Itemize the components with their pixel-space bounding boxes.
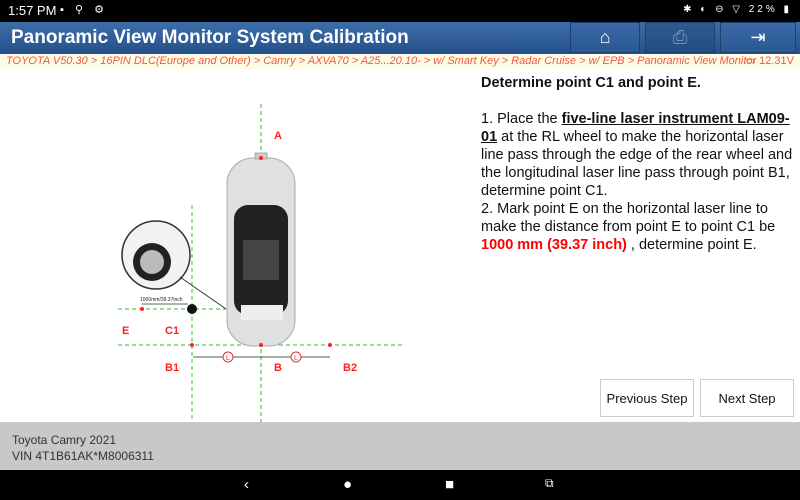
back-icon[interactable]: ‹ — [244, 476, 249, 493]
l-label-1: L — [226, 355, 230, 362]
point-b1-label: B1 — [165, 362, 179, 374]
notification-icons: ▪ ⚲ ⚙ — [60, 4, 108, 16]
battery-level: 22% — [748, 4, 778, 15]
exit-button[interactable]: ⇥ — [720, 22, 796, 53]
point-b-label: B — [274, 362, 282, 374]
wheel-inset — [121, 220, 227, 310]
instruction-body: 1. Place the five-line laser instrument … — [481, 110, 796, 254]
l-label-2: L — [294, 355, 298, 362]
instructions: Determine point C1 and point E. 1. Place… — [481, 74, 796, 254]
vehicle-info: Toyota Camry 2021 VIN 4T1B61AK*M8006311 — [0, 422, 800, 470]
step1-suffix: at the RL wheel to make the horizontal l… — [481, 129, 793, 199]
point-e-label: E — [122, 325, 129, 337]
screenshot-icon[interactable]: ⧉ — [545, 476, 554, 491]
page-title: Panoramic View Monitor System Calibratio… — [11, 27, 409, 48]
car — [226, 152, 296, 347]
point-c1-label: C1 — [165, 325, 179, 337]
step1-prefix: 1. Place the — [481, 111, 562, 127]
calibration-diagram: 1000mm/39.37inch L L A E C1 B1 B B2 — [118, 104, 405, 422]
navigation-bar: ‹ ● ■ ⧉ — [0, 470, 800, 500]
step2-prefix: 2. Mark point E on the horizontal laser … — [481, 201, 776, 235]
voltage-value: 12.31V — [759, 55, 794, 67]
exit-icon: ⇥ — [750, 27, 766, 47]
next-step-button[interactable]: Next Step — [700, 379, 794, 417]
step2-suffix: , determine point E. — [626, 237, 757, 253]
distance-value: 1000 mm (39.37 inch) — [481, 237, 627, 253]
title-bar: Panoramic View Monitor System Calibratio… — [0, 22, 800, 54]
home-icon: ⌂ — [599, 27, 611, 47]
instruction-heading: Determine point C1 and point E. — [481, 75, 701, 91]
home-button[interactable]: ⌂ — [570, 22, 640, 53]
status-bar: 1:57 PM ▪ ⚲ ⚙ ✱ ◐ ⊖ ▽ 22% ▮ — [0, 0, 800, 22]
clock: 1:57 PM — [8, 3, 57, 18]
voltage: ▭ 12.31V — [746, 54, 794, 69]
battery-icon: ▭ — [745, 55, 760, 67]
distance-label: 1000mm/39.37inch — [140, 297, 183, 303]
print-button[interactable]: ⎙ — [645, 22, 715, 53]
breadcrumb: TOYOTA V50.30 > 16PIN DLC(Europe and Oth… — [0, 54, 800, 69]
print-icon: ⎙ — [672, 27, 688, 47]
vehicle-vin: VIN 4T1B61AK*M8006311 — [12, 449, 154, 463]
breadcrumb-path: TOYOTA V50.30 > 16PIN DLC(Europe and Oth… — [6, 55, 757, 67]
previous-step-button[interactable]: Previous Step — [600, 379, 694, 417]
point-b2-label: B2 — [343, 362, 357, 374]
laser-instrument-icon — [187, 304, 197, 314]
recents-icon[interactable]: ■ — [445, 476, 454, 493]
point-a-label: A — [274, 130, 282, 142]
vehicle-name: Toyota Camry 2021 — [12, 433, 117, 447]
home-circle-icon[interactable]: ● — [343, 476, 352, 493]
system-icons: ✱ ◐ ⊖ ▽ 22% ▮ — [683, 4, 792, 15]
